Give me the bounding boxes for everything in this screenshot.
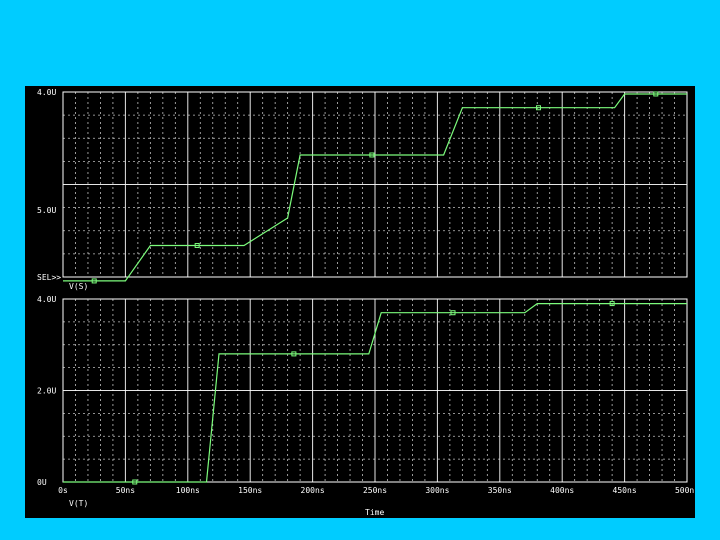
x-tick-label: 250ns [363, 486, 387, 495]
lower-y-tick-label: 2.0U [37, 387, 56, 396]
waveform-plot: 4.0U 5.0U SEL>> 4.0U 2.0U 0U 0s 50ns 100ns 150n… [37, 88, 695, 517]
upper-y-tick-label: 4.0U [37, 88, 56, 97]
slide-background: 4.0U 5.0U SEL>> 4.0U 2.0U 0U 0s 50ns 100ns 150n… [0, 0, 720, 540]
x-tick-label: 350ns [488, 486, 512, 495]
lower-y-tick-label: 0U [37, 478, 47, 487]
x-tick-label: 0s [58, 486, 68, 495]
x-tick-label: 400ns [550, 486, 574, 495]
x-axis-label: Time [365, 508, 384, 517]
lower-panel-grid [62, 298, 688, 483]
upper-y-tick-labels: 4.0U 5.0U SEL>> [37, 88, 61, 282]
upper-series-label: V(S) [69, 282, 88, 291]
x-tick-label: 50ns [116, 486, 135, 495]
x-tick-label: 300ns [425, 486, 449, 495]
x-tick-label: 200ns [301, 486, 325, 495]
probe-plot-window: 4.0U 5.0U SEL>> 4.0U 2.0U 0U 0s 50ns 100ns 150n… [25, 86, 695, 518]
lower-series-label: V(T) [69, 499, 88, 508]
upper-panel-grid [62, 91, 688, 278]
x-tick-label: 150ns [238, 486, 262, 495]
x-tick-labels: 0s 50ns 100ns 150ns 200ns 250ns 300ns 350ns 400n… [58, 486, 695, 495]
x-tick-label: 100ns [176, 486, 200, 495]
x-tick-label: 500ns [675, 486, 695, 495]
lower-y-tick-labels: 4.0U 2.0U 0U [37, 295, 56, 487]
x-tick-label: 450ns [613, 486, 637, 495]
lower-y-tick-label: 4.0U [37, 295, 56, 304]
upper-y-tick-label: SEL>> [37, 273, 61, 282]
upper-y-tick-label: 5.0U [37, 206, 56, 215]
